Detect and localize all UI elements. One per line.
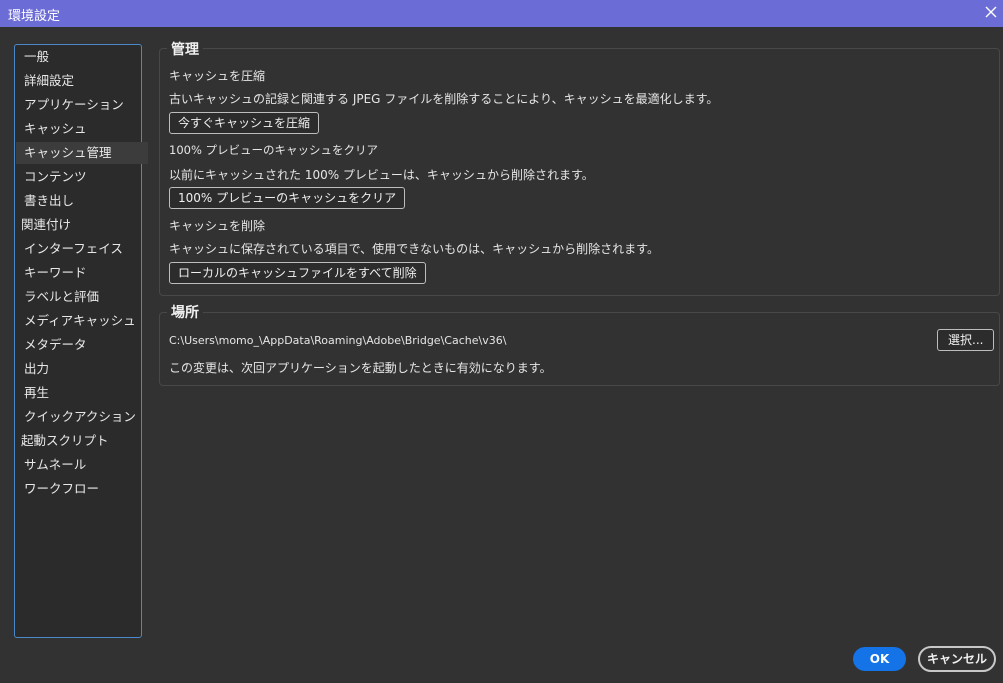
- window-title: 環境設定: [8, 9, 61, 24]
- sidebar-item-advanced[interactable]: 詳細設定: [16, 70, 148, 92]
- sidebar-item-quick-actions[interactable]: クイックアクション: [16, 406, 148, 428]
- choose-location-button[interactable]: 選択...: [937, 329, 995, 351]
- cache-location-path: C:\Users\momo_\AppData\Roaming\Adobe\Bri…: [169, 334, 507, 347]
- sidebar-item-export[interactable]: 書き出し: [16, 190, 148, 212]
- compact-cache-heading: キャッシュを圧縮: [169, 69, 266, 83]
- delete-cache-heading: キャッシュを削除: [169, 219, 266, 233]
- sidebar-item-labels-ratings[interactable]: ラベルと評価: [16, 286, 148, 308]
- sidebar-item-startup-scripts[interactable]: 起動スクリプト: [16, 430, 145, 452]
- clear-preview-cache-button[interactable]: 100% プレビューのキャッシュをクリア: [169, 187, 406, 209]
- sidebar-item-general[interactable]: 一般: [16, 46, 148, 68]
- delete-cache-description: キャッシュに保存されている項目で、使用できないものは、キャッシュから削除されます…: [169, 242, 659, 256]
- clear-preview-cache-heading: 100% プレビューのキャッシュをクリア: [169, 143, 379, 157]
- clear-preview-cache-description: 以前にキャッシュされた 100% プレビューは、キャッシュから削除されます。: [169, 168, 594, 182]
- preferences-window: 環境設定 一般 詳細設定 アプリケーション キャッシュ キャッシュ管理 コンテン…: [0, 0, 1003, 683]
- sidebar-item-interface[interactable]: インターフェイス: [16, 238, 148, 260]
- compact-cache-button[interactable]: 今すぐキャッシュを圧縮: [169, 112, 320, 134]
- sidebar-item-content[interactable]: コンテンツ: [16, 166, 148, 188]
- cancel-button[interactable]: キャンセル: [918, 646, 996, 672]
- sidebar-item-media-cache[interactable]: メディアキャッシュ: [16, 310, 148, 332]
- sidebar-item-file-type-associations[interactable]: 関連付け: [16, 214, 145, 236]
- title-bar: 環境設定: [0, 0, 1003, 27]
- location-section-title: 場所: [167, 302, 203, 322]
- sidebar-item-cache-management[interactable]: キャッシュ管理: [16, 142, 148, 164]
- sidebar-item-applications[interactable]: アプリケーション: [16, 94, 148, 116]
- sidebar-item-thumbnails[interactable]: サムネール: [16, 454, 148, 476]
- sidebar-item-output[interactable]: 出力: [16, 358, 148, 380]
- sidebar-item-workflow[interactable]: ワークフロー: [16, 478, 148, 500]
- sidebar-item-keywords[interactable]: キーワード: [16, 262, 148, 284]
- compact-cache-description: 古いキャッシュの記録と関連する JPEG ファイルを削除することにより、キャッシ…: [169, 92, 719, 106]
- management-section-title: 管理: [167, 39, 203, 59]
- sidebar-item-cache[interactable]: キャッシュ: [16, 118, 148, 140]
- sidebar-item-metadata[interactable]: メタデータ: [16, 334, 148, 356]
- category-list: 一般 詳細設定 アプリケーション キャッシュ キャッシュ管理 コンテンツ 書き出…: [14, 44, 148, 638]
- close-icon[interactable]: [981, 2, 1001, 22]
- delete-all-cache-button[interactable]: ローカルのキャッシュファイルをすべて削除: [169, 262, 426, 284]
- ok-button[interactable]: OK: [853, 647, 906, 671]
- restart-notice: この変更は、次回アプリケーションを起動したときに有効になります。: [169, 361, 552, 375]
- sidebar-item-playback[interactable]: 再生: [16, 382, 148, 404]
